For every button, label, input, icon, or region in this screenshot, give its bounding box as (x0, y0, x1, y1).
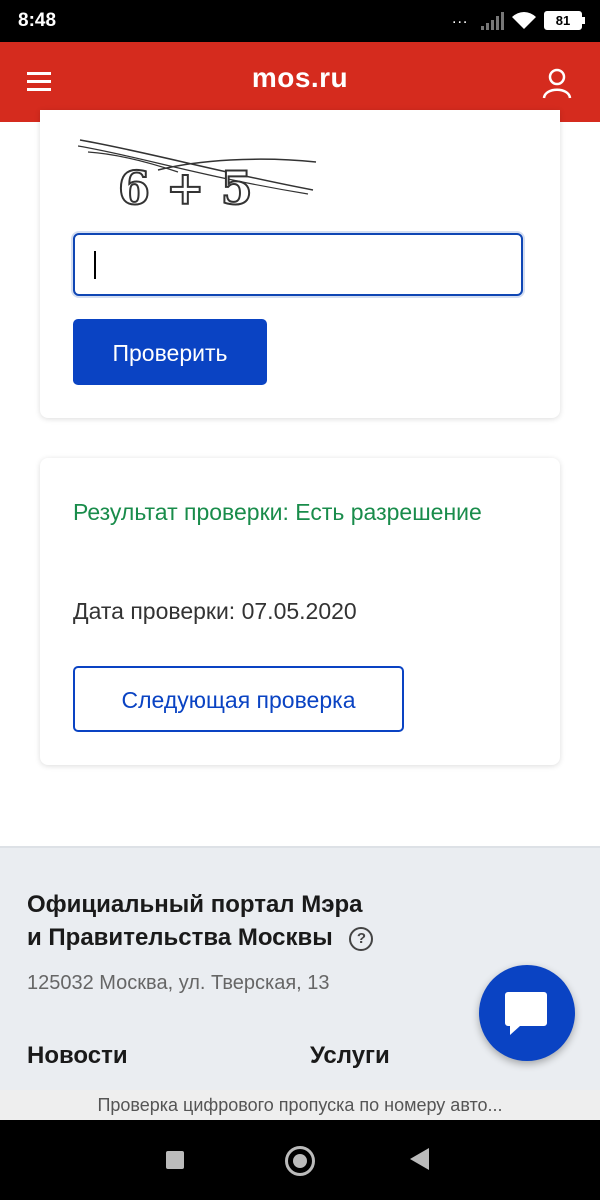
notification-dots: ... (452, 10, 469, 27)
recents-icon[interactable] (166, 1151, 184, 1169)
captcha-text: 6 + 5 (118, 161, 253, 212)
battery-icon: 81 (544, 11, 585, 30)
user-icon[interactable] (541, 67, 573, 99)
text-cursor (94, 251, 96, 279)
footer-link-news[interactable]: Новости (27, 1042, 128, 1070)
system-nav-bar (0, 1120, 600, 1200)
check-button[interactable]: Проверить (73, 319, 267, 385)
chat-button[interactable] (479, 965, 575, 1061)
captcha-input[interactable] (73, 233, 523, 296)
site-logo[interactable]: mos.ru (0, 62, 600, 94)
page-title-bar[interactable]: Проверка цифрового пропуска по номеру ав… (0, 1090, 600, 1120)
next-check-button[interactable]: Следующая проверка (73, 666, 404, 732)
help-icon[interactable]: ? (349, 926, 374, 951)
captcha-card: 6 + 5 Проверить (40, 110, 560, 418)
footer-address: 125032 Москва, ул. Тверская, 13 (27, 972, 330, 994)
footer-title-line1: Официальный портал Мэра (27, 891, 363, 918)
captcha-image: 6 + 5 (78, 139, 317, 212)
home-icon[interactable] (285, 1146, 315, 1176)
status-bar: 8:48 ... 81 (0, 0, 600, 42)
chat-icon (505, 992, 547, 1035)
check-date: Дата проверки: 07.05.2020 (73, 598, 357, 624)
footer-link-services[interactable]: Услуги (310, 1042, 390, 1070)
status-time: 8:48 (18, 10, 57, 31)
footer-title-line2: и Правительства Москвы (27, 924, 333, 951)
wifi-icon (512, 12, 536, 29)
footer-title: Официальный портал Мэра и Правительства … (27, 888, 407, 954)
result-card: Результат проверки: Есть разрешение Дата… (40, 458, 560, 765)
result-text: Результат проверки: Есть разрешение (73, 499, 482, 525)
back-icon[interactable] (410, 1148, 429, 1170)
signal-icon (481, 12, 504, 30)
